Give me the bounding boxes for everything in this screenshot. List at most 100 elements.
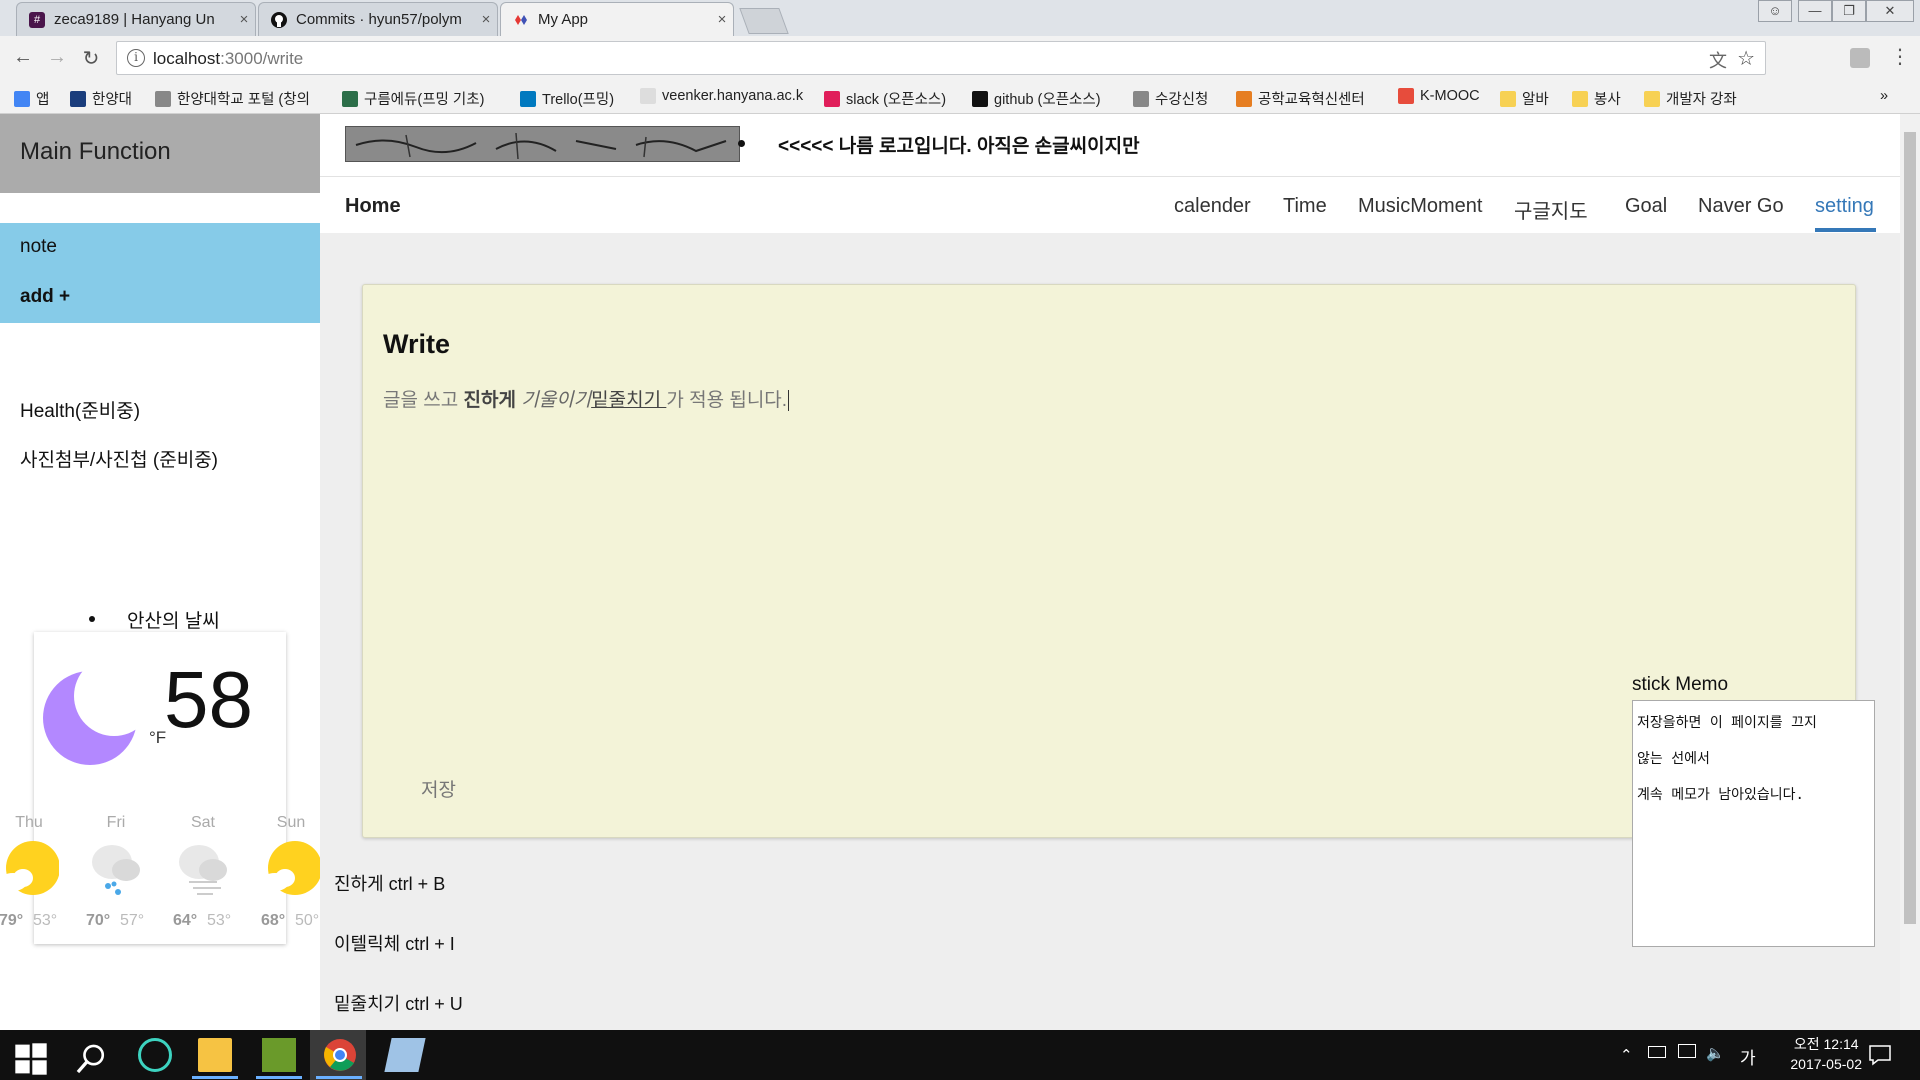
bookmark-label: 수강신청 xyxy=(1155,92,1209,108)
forecast-low: 53° xyxy=(207,912,232,929)
forecast-day: Sat xyxy=(190,814,215,831)
minimize-button[interactable]: — xyxy=(1798,0,1832,22)
editor-underline-text: 밑줄치기 xyxy=(591,390,667,411)
battery-icon[interactable] xyxy=(1648,1046,1666,1058)
nav-bar: Home calender Time MusicMoment 구글지도 Goal… xyxy=(320,177,1900,233)
url-path: :3000/write xyxy=(220,49,304,68)
bookmark-item[interactable]: 한양대학교 포털 (창의 xyxy=(155,88,310,109)
profile-icon[interactable]: ☺ xyxy=(1758,0,1792,22)
bookmark-icon xyxy=(14,90,30,107)
bookmark-item[interactable]: 구름에듀(프밍 기초) xyxy=(342,88,484,109)
translate-icon[interactable]: 文 xyxy=(1709,47,1727,73)
write-title: Write xyxy=(383,329,451,359)
memo-line: 저장을하면 이 페이지를 끄지 xyxy=(1637,715,1817,731)
bookmark-item[interactable]: github (오픈소스) xyxy=(972,88,1101,109)
url-host: localhost xyxy=(153,49,221,68)
editor-text: 글을 쓰고 xyxy=(383,390,464,411)
nav-time[interactable]: Time xyxy=(1283,195,1327,218)
maximize-button[interactable]: ❐ xyxy=(1832,0,1866,22)
forecast-low: 53° xyxy=(33,912,58,929)
bookmark-icon xyxy=(1572,90,1588,107)
tab-title: My App xyxy=(538,11,589,28)
clock-date: 2017-05-02 xyxy=(1790,1056,1862,1072)
bookmark-icon xyxy=(520,90,536,107)
bookmark-item[interactable]: 알바 xyxy=(1500,88,1549,109)
editor-italic-text: 기울이기 xyxy=(515,390,592,411)
scrollbar-thumb[interactable] xyxy=(1904,132,1916,924)
windows-start-icon[interactable] xyxy=(14,1042,48,1076)
menu-icon[interactable]: ⋮ xyxy=(1890,44,1910,69)
info-icon[interactable]: i xyxy=(127,49,145,67)
bookmark-item[interactable]: 개발자 강좌 xyxy=(1644,88,1737,109)
nav-musicmoment[interactable]: MusicMoment xyxy=(1358,195,1482,218)
forecast-day: Sun xyxy=(276,814,306,831)
search-icon[interactable] xyxy=(74,1042,108,1076)
bookmark-item[interactable]: 봉사 xyxy=(1572,88,1621,109)
windows-taskbar: ⌃ 🔈 가 오전 12:14 2017-05-02 xyxy=(0,1030,1920,1080)
nav-setting[interactable]: setting xyxy=(1815,195,1874,218)
clock[interactable]: 오전 12:14 2017-05-02 xyxy=(1790,1034,1862,1074)
notifications-icon[interactable] xyxy=(1868,1044,1892,1066)
shortcut-underline: 밑줄치기 ctrl + U xyxy=(334,994,463,1014)
bookmark-label: github (오픈소스) xyxy=(994,92,1101,108)
bookmark-item[interactable]: 한양대 xyxy=(70,88,132,109)
memo-textarea[interactable]: 저장을하면 이 페이지를 끄지 않는 선에서 계속 메모가 남아있습니다. xyxy=(1632,700,1875,947)
tab-my-app[interactable]: My App × xyxy=(500,2,734,36)
chevron-up-icon[interactable]: ⌃ xyxy=(1620,1046,1633,1064)
forecast-high: 64° xyxy=(173,912,198,929)
bookmark-item[interactable]: 앱 xyxy=(14,88,49,109)
bookmark-item[interactable]: K-MOOC xyxy=(1398,88,1480,104)
bookmark-item[interactable]: Trello(프밍) xyxy=(520,88,614,109)
ime-indicator[interactable]: 가 xyxy=(1740,1044,1756,1069)
rain-icon xyxy=(86,840,146,905)
forward-icon[interactable]: → xyxy=(44,46,70,69)
nav-calender[interactable]: calender xyxy=(1174,195,1251,218)
volume-icon[interactable]: 🔈 xyxy=(1706,1044,1725,1062)
app-icon[interactable] xyxy=(138,1038,172,1072)
back-icon[interactable]: ← xyxy=(10,46,36,69)
close-icon[interactable]: × xyxy=(233,11,255,28)
bookmark-item[interactable]: 수강신청 xyxy=(1133,88,1208,109)
star-icon[interactable]: ☆ xyxy=(1737,46,1755,71)
save-button[interactable]: 저장 xyxy=(421,775,456,802)
close-icon[interactable]: × xyxy=(475,11,497,28)
forecast-high: 79° xyxy=(0,912,24,929)
bookmark-label: Trello(프밍) xyxy=(542,92,615,108)
handwritten-logo-image xyxy=(345,126,740,162)
nav-naver-go[interactable]: Naver Go xyxy=(1698,195,1784,218)
tab-github[interactable]: Commits · hyun57/polym × xyxy=(258,2,498,36)
close-window-button[interactable]: ✕ xyxy=(1866,0,1914,22)
forecast-strip: Thu79°53°Fri70°57°Sat64°53°Sun68°50°Mon7… xyxy=(0,114,497,1030)
write-editor[interactable]: 글을 쓰고 진하게 기울이기밑줄치기 가 적용 됩니다. xyxy=(383,385,790,412)
nav-goal[interactable]: Goal xyxy=(1625,195,1667,218)
shortcut-italic: 이텔릭체 ctrl + I xyxy=(334,934,455,954)
app-icon[interactable] xyxy=(262,1038,296,1072)
close-icon[interactable]: × xyxy=(711,11,733,28)
forecast-day: Fri xyxy=(106,814,126,831)
nav-google-map[interactable]: 구글지도 xyxy=(1514,195,1588,224)
bookmark-icon xyxy=(824,90,840,107)
reload-icon[interactable]: ↻ xyxy=(78,46,104,71)
active-indicator xyxy=(192,1076,238,1079)
nav-home[interactable]: Home xyxy=(345,195,401,218)
tab-slack[interactable]: # zeca9189 | Hanyang Un × xyxy=(16,2,256,36)
chrome-icon[interactable] xyxy=(323,1038,357,1072)
bookmark-label: 구름에듀(프밍 기초) xyxy=(364,92,485,108)
bookmarks-overflow-button[interactable]: » xyxy=(1880,88,1888,104)
page-scrollbar[interactable] xyxy=(1900,114,1920,1030)
app-icon[interactable] xyxy=(384,1038,426,1072)
url-text[interactable]: localhost:3000/write xyxy=(153,49,303,69)
bookmark-item[interactable]: 공학교육혁신센터 xyxy=(1236,88,1365,109)
bookmark-item[interactable]: veenker.hanyana.ac.k xyxy=(640,88,803,104)
bookmark-label: 봉사 xyxy=(1594,92,1621,108)
bookmark-icon xyxy=(155,90,171,107)
file-explorer-icon[interactable] xyxy=(198,1038,232,1072)
forecast-high: 68° xyxy=(261,912,286,929)
extension-icon[interactable] xyxy=(1850,48,1870,68)
active-tab-indicator xyxy=(1815,228,1876,232)
bookmark-label: 알바 xyxy=(1522,92,1549,108)
network-icon[interactable] xyxy=(1678,1044,1696,1058)
bookmark-item[interactable]: slack (오픈소스) xyxy=(824,88,946,109)
new-tab-button[interactable] xyxy=(739,8,789,34)
address-bar[interactable]: i localhost:3000/write 文 ☆ xyxy=(116,41,1766,75)
